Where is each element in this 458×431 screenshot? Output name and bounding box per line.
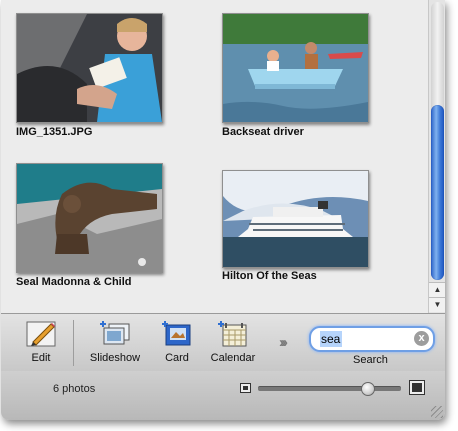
calendar-icon <box>217 320 249 348</box>
photo-thumbnail[interactable] <box>16 13 163 123</box>
bottom-toolbar: Edit Slideshow Card Calendar ››› sea x S… <box>1 313 445 372</box>
vertical-scrollbar[interactable]: ▲ ▼ <box>428 0 445 313</box>
slideshow-label: Slideshow <box>89 352 141 364</box>
card-label: Card <box>165 352 189 364</box>
edit-button[interactable]: Edit <box>23 320 59 364</box>
large-thumbnail-icon[interactable] <box>409 380 425 395</box>
zoom-slider[interactable] <box>258 386 401 391</box>
resize-grip-icon[interactable] <box>431 406 443 418</box>
slideshow-button[interactable]: Slideshow <box>85 320 145 364</box>
search-field[interactable]: x <box>309 326 435 352</box>
status-bar: 6 photos <box>1 371 445 420</box>
small-thumbnail-icon[interactable] <box>240 383 251 393</box>
more-chevron-icon[interactable]: ››› <box>279 334 288 351</box>
photo-thumbnail[interactable] <box>16 163 163 273</box>
toolbar-divider <box>73 320 74 366</box>
calendar-button[interactable]: Calendar <box>207 320 259 364</box>
scrollbar-thumb[interactable] <box>431 105 444 280</box>
photo-caption[interactable]: Backseat driver <box>222 126 304 138</box>
scroll-up-arrow-icon[interactable]: ▲ <box>429 282 445 297</box>
scroll-down-arrow-icon[interactable]: ▼ <box>429 297 445 312</box>
photo-caption[interactable]: Seal Madonna & Child <box>16 276 132 288</box>
zoom-slider-knob[interactable] <box>360 382 375 396</box>
photo-thumbnail[interactable] <box>222 170 369 268</box>
clear-search-icon[interactable]: x <box>414 331 429 346</box>
photo-browser: IMG_1351.JPG Backseat driver Seal Madonn… <box>1 0 427 313</box>
calendar-label: Calendar <box>210 352 256 364</box>
photo-caption[interactable]: Hilton Of the Seas <box>222 270 317 282</box>
card-button[interactable]: Card <box>157 320 197 364</box>
search-input[interactable] <box>321 331 407 346</box>
edit-label: Edit <box>31 352 51 364</box>
photo-count: 6 photos <box>53 383 96 395</box>
card-icon <box>161 320 193 348</box>
pencil-icon <box>25 320 57 348</box>
slideshow-icon <box>99 320 131 348</box>
iphoto-window: IMG_1351.JPG Backseat driver Seal Madonn… <box>1 0 445 420</box>
photo-caption[interactable]: IMG_1351.JPG <box>16 126 92 138</box>
search-label: Search <box>353 354 388 366</box>
photo-thumbnail[interactable] <box>222 13 369 123</box>
